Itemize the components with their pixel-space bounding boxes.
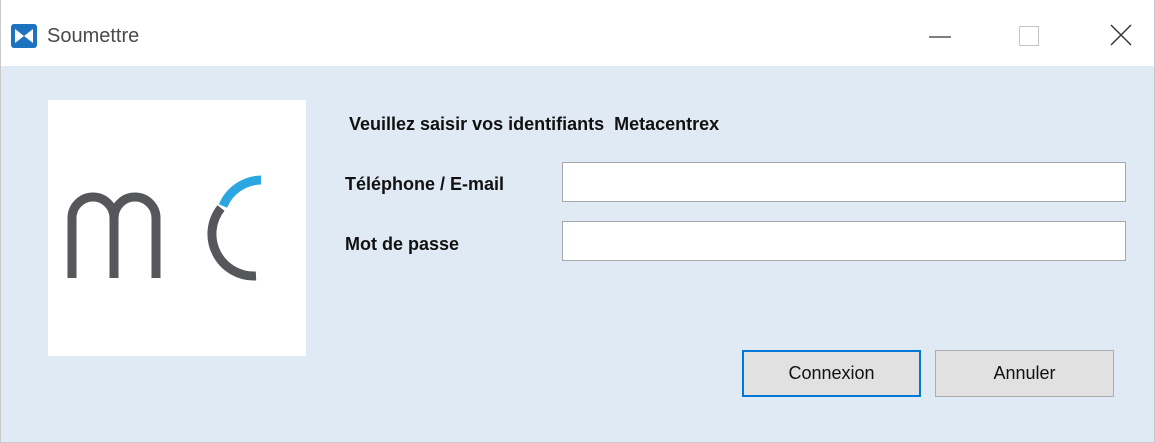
minimize-button[interactable] bbox=[913, 14, 967, 58]
window-title: Soumettre bbox=[47, 25, 140, 47]
maximize-button[interactable] bbox=[1003, 14, 1057, 58]
connexion-button[interactable]: Connexion bbox=[742, 350, 921, 397]
minimize-icon bbox=[929, 36, 951, 38]
close-icon bbox=[1110, 24, 1132, 46]
password-label: Mot de passe bbox=[345, 234, 460, 254]
login-dialog-window: Soumettre Veuillez saisir vos identifian… bbox=[0, 0, 1155, 443]
password-input[interactable] bbox=[562, 221, 1126, 261]
title-bar[interactable]: Soumettre bbox=[1, 0, 1154, 66]
form-heading: Veuillez saisir vos identifiants Metacen… bbox=[349, 114, 720, 134]
mc-logo-icon bbox=[67, 175, 262, 281]
maximize-icon bbox=[1019, 26, 1039, 46]
metacentrex-logo bbox=[48, 100, 306, 356]
annuler-button[interactable]: Annuler bbox=[935, 350, 1114, 397]
phone-email-label: Téléphone / E-mail bbox=[345, 174, 505, 194]
dialog-client-area: Veuillez saisir vos identifiants Metacen… bbox=[1, 66, 1154, 442]
close-button[interactable] bbox=[1093, 14, 1147, 58]
metacentrex-app-icon bbox=[11, 24, 37, 48]
phone-email-input[interactable] bbox=[562, 162, 1126, 202]
